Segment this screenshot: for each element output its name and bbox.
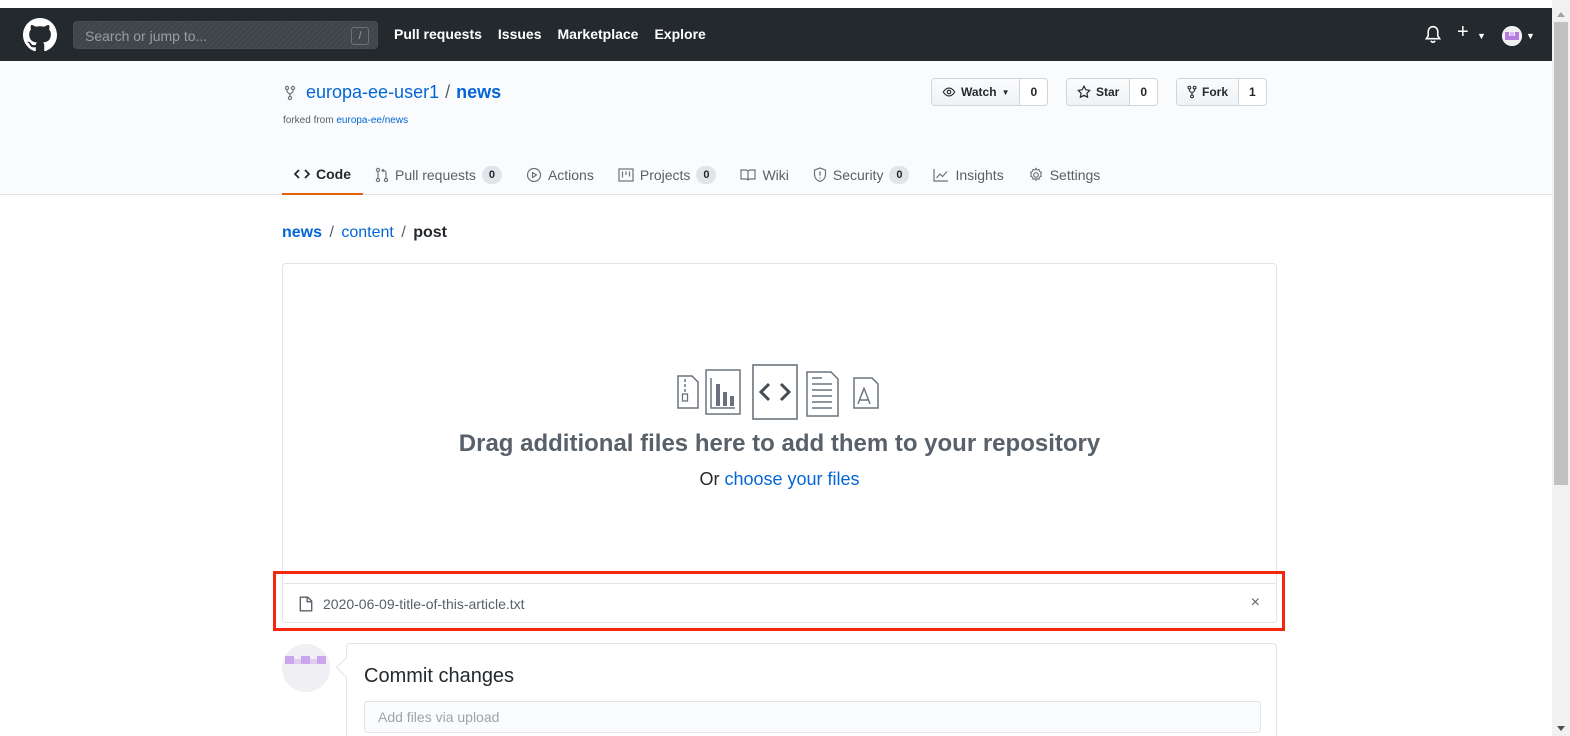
tab-wiki-label: Wiki (762, 166, 789, 183)
scrollbar[interactable] (1552, 0, 1570, 736)
scroll-up-arrow-icon[interactable] (1557, 12, 1565, 17)
repo-owner-link[interactable]: europa-ee-user1 (306, 82, 439, 102)
nav-marketplace[interactable]: Marketplace (558, 26, 639, 42)
star-count[interactable]: 0 (1130, 79, 1157, 105)
tab-insights-label: Insights (955, 166, 1004, 183)
eye-icon (942, 87, 956, 97)
git-pull-request-icon (375, 167, 389, 182)
commit-form: Commit changes (346, 643, 1277, 736)
avatar-identicon-icon (282, 644, 330, 692)
watch-count[interactable]: 0 (1020, 79, 1047, 105)
top-strip (0, 0, 1552, 8)
breadcrumb-root-link[interactable]: news (282, 224, 322, 241)
file-code-icon (752, 364, 798, 420)
breadcrumb-current: post (413, 224, 447, 241)
tab-code[interactable]: Code (282, 154, 363, 195)
commit-author-avatar (282, 644, 330, 692)
choose-files-text: Or choose your files (283, 469, 1276, 490)
top-nav: Pull requests Issues Marketplace Explore (394, 26, 706, 42)
tab-pull-requests[interactable]: Pull requests 0 (363, 154, 514, 195)
repo-header: europa-ee-user1 /news forked from europa-… (0, 61, 1552, 195)
file-type-icons (677, 364, 879, 420)
fork-icon (1187, 85, 1197, 99)
watch-label: Watch (961, 85, 997, 99)
tab-settings[interactable]: Settings (1016, 154, 1113, 195)
forked-from-text: forked from europa-ee/news (283, 115, 408, 126)
bell-icon[interactable] (1424, 25, 1442, 45)
tab-projects-label: Projects (639, 166, 691, 183)
watch-caret-icon: ▼ (1001, 87, 1010, 97)
fork-button[interactable]: Fork (1177, 79, 1240, 105)
scroll-down-arrow-icon[interactable] (1557, 726, 1565, 731)
forked-from-prefix: forked from (283, 115, 334, 126)
create-menu-caret-icon[interactable]: ▼ (1477, 31, 1486, 41)
tab-pull-requests-counter: 0 (481, 165, 502, 184)
repo-forked-icon (284, 85, 296, 101)
repo-nav: Code Pull requests 0 Actions Projects 0 … (282, 154, 1112, 195)
star-icon (1077, 85, 1091, 98)
choose-files-link[interactable]: choose your files (724, 469, 859, 489)
tab-security[interactable]: Security 0 (801, 154, 922, 195)
search-box[interactable]: Search or jump to... / (73, 21, 378, 49)
project-icon (618, 167, 634, 182)
tab-projects-counter: 0 (696, 165, 717, 184)
breadcrumb-content-link[interactable]: content (341, 224, 393, 241)
watch-button[interactable]: Watch ▼ (932, 79, 1021, 105)
book-icon (740, 168, 757, 181)
forked-source-link[interactable]: europa-ee/news (336, 115, 408, 126)
graph-icon (933, 168, 949, 182)
drag-files-heading: Drag additional files here to add them t… (458, 430, 1101, 457)
file-pdf-icon (853, 377, 879, 409)
github-logo-icon[interactable] (23, 18, 57, 52)
tab-settings-label: Settings (1049, 166, 1101, 183)
tab-actions-label: Actions (547, 166, 594, 183)
fork-count[interactable]: 1 (1239, 79, 1266, 105)
gear-icon (1029, 167, 1042, 181)
breadcrumb: news / content / post (282, 224, 447, 242)
global-header: Search or jump to... / Pull requests Iss… (0, 8, 1552, 61)
breadcrumb-separator: / (401, 224, 406, 241)
tab-code-label: Code (316, 165, 351, 182)
plus-icon[interactable]: + (1457, 22, 1469, 42)
breadcrumb-separator: / (329, 224, 334, 241)
play-icon (526, 167, 542, 182)
commit-summary-input[interactable] (364, 701, 1261, 733)
avatar-identicon-icon (1502, 26, 1522, 46)
tab-wiki[interactable]: Wiki (728, 154, 800, 195)
tab-insights[interactable]: Insights (921, 154, 1015, 195)
or-text: Or (699, 469, 720, 489)
repo-name-link[interactable]: news (456, 82, 501, 102)
file-text-icon (806, 371, 839, 417)
commit-title: Commit changes (364, 665, 515, 687)
nav-issues[interactable]: Issues (498, 26, 542, 42)
repo-title: europa-ee-user1 /news (306, 82, 501, 103)
repo-title-separator: / (445, 82, 451, 102)
highlight-annotation (273, 571, 1285, 631)
nav-pull-requests[interactable]: Pull requests (394, 26, 482, 42)
search-shortcut-key: / (351, 27, 369, 45)
tab-security-counter: 0 (889, 165, 910, 184)
star-button[interactable]: Star (1067, 79, 1131, 105)
tab-pull-requests-label: Pull requests (395, 166, 476, 183)
tab-security-label: Security (832, 166, 884, 183)
watch-button-group: Watch ▼ 0 (931, 78, 1049, 106)
fork-button-group: Fork 1 (1176, 78, 1267, 106)
star-label: Star (1096, 85, 1120, 99)
file-zip-icon (677, 375, 699, 409)
nav-explore[interactable]: Explore (654, 26, 705, 42)
user-menu-caret-icon[interactable]: ▼ (1526, 31, 1535, 41)
file-drop-zone[interactable]: Drag additional files here to add them t… (282, 263, 1277, 603)
user-avatar[interactable] (1502, 26, 1522, 46)
fork-label: Fork (1202, 85, 1229, 99)
search-input[interactable]: Search or jump to... (85, 28, 207, 44)
code-icon (294, 168, 310, 179)
graph-icon (705, 369, 741, 415)
shield-icon (813, 166, 826, 182)
tab-actions[interactable]: Actions (514, 154, 606, 195)
star-button-group: Star 0 (1066, 78, 1159, 106)
scroll-thumb[interactable] (1554, 22, 1568, 485)
tab-projects[interactable]: Projects 0 (606, 154, 729, 195)
